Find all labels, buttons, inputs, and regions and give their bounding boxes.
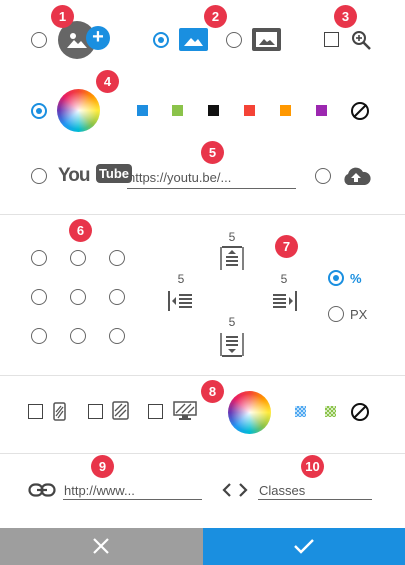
divider-1 xyxy=(0,214,405,215)
padding-top-icon[interactable] xyxy=(220,246,244,271)
overlay-no-color-icon[interactable] xyxy=(351,403,369,421)
position-middle-left[interactable] xyxy=(31,289,47,305)
plus-icon[interactable]: + xyxy=(86,26,110,50)
divider-2 xyxy=(0,375,405,376)
overlay-swatch-green[interactable] xyxy=(325,406,336,417)
link-icon xyxy=(28,482,56,498)
unit-px-label: PX xyxy=(350,307,368,322)
badge-9: 9 xyxy=(91,455,114,478)
link-url-input[interactable]: http://www... xyxy=(64,483,135,498)
badge-10: 10 xyxy=(301,455,324,478)
cancel-button[interactable] xyxy=(0,528,203,565)
framed-image-icon[interactable] xyxy=(252,28,281,51)
padding-top-value[interactable]: 5 xyxy=(222,230,242,244)
classes-underline xyxy=(258,499,372,500)
no-color-icon[interactable] xyxy=(351,102,369,120)
youtube-logo-you: You xyxy=(58,165,91,186)
link-url-underline xyxy=(63,499,202,500)
close-icon xyxy=(93,538,109,554)
video-url-underline xyxy=(127,188,296,189)
position-top-center[interactable] xyxy=(70,250,86,266)
padding-right-value[interactable]: 5 xyxy=(274,272,294,286)
padding-bottom-value[interactable]: 5 xyxy=(222,315,242,329)
color-swatch-blue[interactable] xyxy=(137,105,148,116)
position-bottom-left[interactable] xyxy=(31,328,47,344)
color-swatch-purple[interactable] xyxy=(316,105,327,116)
confirm-button[interactable] xyxy=(203,528,405,565)
color-swatch-orange[interactable] xyxy=(280,105,291,116)
radio-image-framed[interactable] xyxy=(226,32,242,48)
code-icon xyxy=(222,482,248,498)
cloud-upload-icon[interactable] xyxy=(340,165,372,187)
badge-1: 1 xyxy=(51,5,74,28)
position-bottom-right[interactable] xyxy=(109,328,125,344)
badge-3: 3 xyxy=(334,5,357,28)
badge-7: 7 xyxy=(275,235,298,258)
radio-image-cover[interactable] xyxy=(153,32,169,48)
classes-input[interactable]: Classes xyxy=(259,483,305,498)
radio-video-upload[interactable] xyxy=(315,168,331,184)
tablet-overlay-icon xyxy=(112,401,129,420)
badge-4: 4 xyxy=(96,70,119,93)
overlay-color-wheel[interactable] xyxy=(228,391,271,434)
position-top-left[interactable] xyxy=(31,250,47,266)
padding-left-value[interactable]: 5 xyxy=(171,272,191,286)
radio-color[interactable] xyxy=(31,103,47,119)
mobile-overlay-icon xyxy=(53,402,66,421)
position-middle-right[interactable] xyxy=(109,289,125,305)
youtube-logo: You Tube xyxy=(58,164,133,188)
video-url-input[interactable]: https://youtu.be/... xyxy=(128,170,231,185)
unit-percent-label: % xyxy=(350,271,362,286)
padding-left-icon[interactable] xyxy=(168,289,193,313)
radio-unit-percent[interactable] xyxy=(328,270,344,286)
position-middle-center[interactable] xyxy=(70,289,86,305)
position-bottom-center[interactable] xyxy=(70,328,86,344)
overlay-checkbox-3[interactable] xyxy=(148,404,163,419)
overlay-swatch-blue[interactable] xyxy=(295,406,306,417)
divider-3 xyxy=(0,453,405,454)
landscape-image-icon[interactable] xyxy=(179,28,208,51)
checkmark-icon xyxy=(294,539,314,554)
color-swatch-black[interactable] xyxy=(208,105,219,116)
color-wheel[interactable] xyxy=(57,89,100,132)
overlay-checkbox-1[interactable] xyxy=(28,404,43,419)
color-swatch-red[interactable] xyxy=(244,105,255,116)
desktop-overlay-icon xyxy=(173,401,197,421)
badge-5: 5 xyxy=(201,141,224,164)
radio-video[interactable] xyxy=(31,168,47,184)
overlay-checkbox-2[interactable] xyxy=(88,404,103,419)
badge-2: 2 xyxy=(204,5,227,28)
radio-unit-px[interactable] xyxy=(328,306,344,322)
color-swatch-green[interactable] xyxy=(172,105,183,116)
padding-right-icon[interactable] xyxy=(272,289,297,313)
zoom-in-icon xyxy=(350,29,372,51)
position-top-right[interactable] xyxy=(109,250,125,266)
padding-bottom-icon[interactable] xyxy=(220,332,244,357)
radio-add-image[interactable] xyxy=(31,32,47,48)
youtube-logo-tube: Tube xyxy=(95,164,133,183)
badge-6: 6 xyxy=(69,219,92,242)
badge-8: 8 xyxy=(201,380,224,403)
zoom-checkbox[interactable] xyxy=(324,32,339,47)
